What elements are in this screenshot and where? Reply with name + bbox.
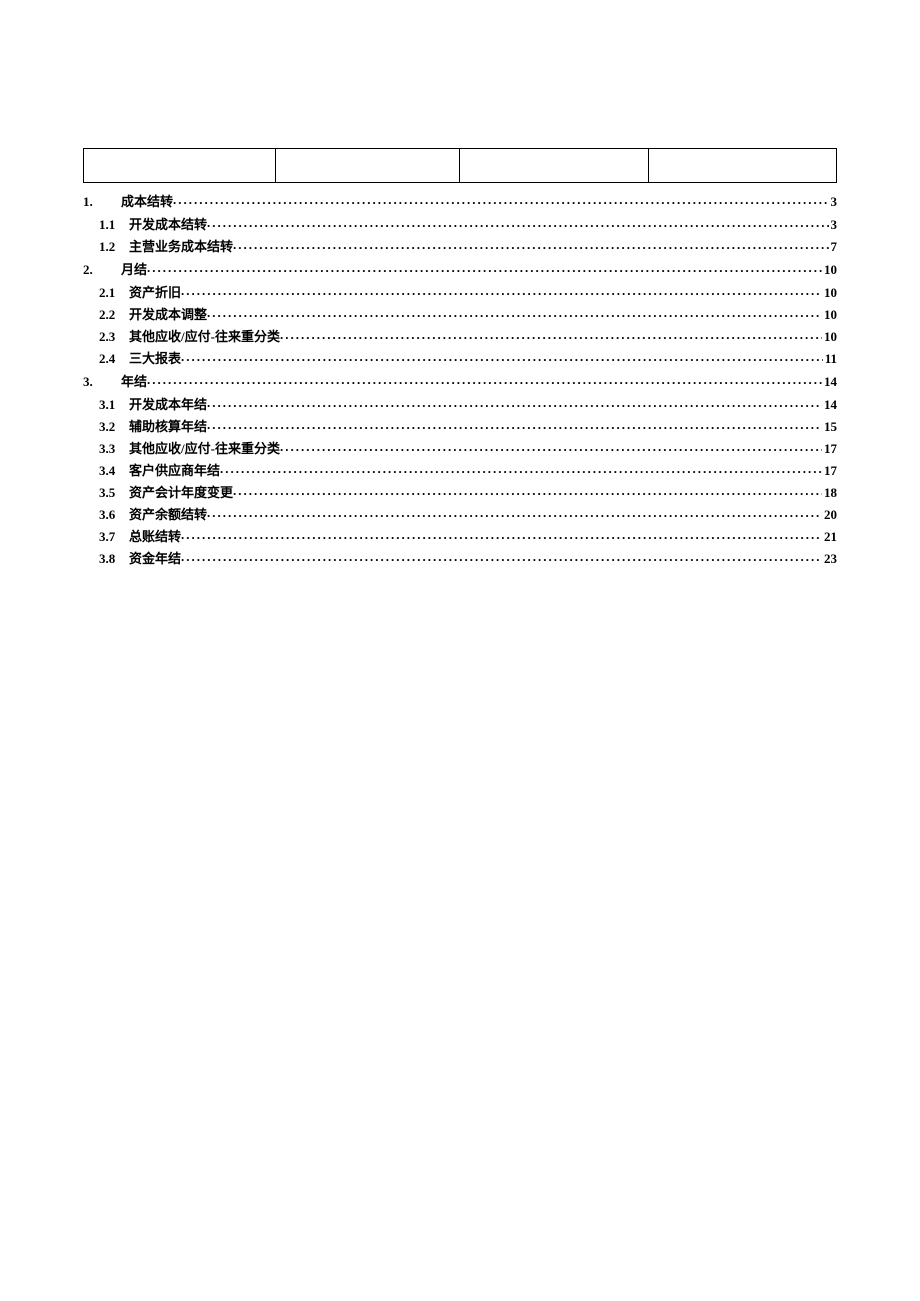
toc-number: 3. — [83, 374, 121, 390]
toc-entry[interactable]: 1.1开发成本结转 3 — [83, 214, 837, 233]
toc-page: 3 — [829, 194, 838, 210]
toc-number: 3.4 — [99, 463, 129, 479]
toc-leader — [181, 549, 822, 565]
toc-title: 开发成本调整 — [129, 304, 207, 323]
toc-page: 10 — [822, 329, 837, 345]
toc-entry[interactable]: 1.2主营业务成本结转 7 — [83, 236, 837, 255]
toc-page: 10 — [822, 285, 837, 301]
toc-entry[interactable]: 2.4三大报表 11 — [83, 348, 837, 367]
toc-page: 3 — [829, 217, 838, 233]
toc-leader — [207, 395, 822, 411]
toc-number: 3.1 — [99, 397, 129, 413]
toc-leader — [233, 483, 822, 499]
toc-page: 18 — [822, 485, 837, 501]
header-cell — [460, 149, 648, 183]
toc-page: 20 — [822, 507, 837, 523]
toc-leader — [207, 215, 828, 231]
toc-leader — [181, 283, 822, 299]
toc-title: 开发成本年结 — [129, 394, 207, 413]
toc-title: 三大报表 — [129, 348, 181, 367]
toc-number: 1.2 — [99, 239, 129, 255]
toc-number: 3.3 — [99, 441, 129, 457]
toc-title: 资金年结 — [129, 548, 181, 567]
toc-entry[interactable]: 3.2辅助核算年结 15 — [83, 416, 837, 435]
toc-title: 资产会计年度变更 — [129, 482, 233, 501]
toc-page: 23 — [822, 551, 837, 567]
toc-title: 辅助核算年结 — [129, 416, 207, 435]
toc-entry[interactable]: 2.1资产折旧 10 — [83, 282, 837, 301]
toc-entry[interactable]: 3.8资金年结 23 — [83, 548, 837, 567]
toc-entry[interactable]: 3.6资产余额结转 20 — [83, 504, 837, 523]
header-cell — [84, 149, 276, 183]
toc-leader — [280, 439, 822, 455]
toc-leader — [207, 417, 822, 433]
toc-title: 资产余额结转 — [129, 504, 207, 523]
toc-leader — [207, 305, 822, 321]
toc-entry[interactable]: 3.年结 14 — [83, 371, 837, 390]
toc-title: 开发成本结转 — [129, 214, 207, 233]
toc-entry[interactable]: 3.1开发成本年结 14 — [83, 394, 837, 413]
toc-entry[interactable]: 3.3其他应收/应付-往来重分类 17 — [83, 438, 837, 457]
toc-title: 主营业务成本结转 — [129, 236, 233, 255]
toc-title: 月结 — [121, 259, 147, 278]
toc-entry[interactable]: 2.2开发成本调整 10 — [83, 304, 837, 323]
toc-leader — [181, 349, 823, 365]
toc-entry[interactable]: 2.3其他应收/应付-往来重分类 10 — [83, 326, 837, 345]
toc-number: 2.2 — [99, 307, 129, 323]
toc-title: 年结 — [121, 371, 147, 390]
toc-number: 3.2 — [99, 419, 129, 435]
toc-leader — [147, 372, 822, 388]
toc-leader — [181, 527, 822, 543]
toc-page: 17 — [822, 441, 837, 457]
toc-page: 11 — [823, 351, 837, 367]
toc-title: 客户供应商年结 — [129, 460, 220, 479]
toc-number: 2.3 — [99, 329, 129, 345]
toc-page: 15 — [822, 419, 837, 435]
toc-leader — [233, 237, 828, 253]
toc-number: 2. — [83, 262, 121, 278]
toc-title: 资产折旧 — [129, 282, 181, 301]
toc-title: 总账结转 — [129, 526, 181, 545]
header-cell — [276, 149, 460, 183]
toc-number: 3.6 — [99, 507, 129, 523]
toc-leader — [207, 505, 822, 521]
toc-number: 1. — [83, 194, 121, 210]
toc-page: 14 — [822, 397, 837, 413]
toc-entry[interactable]: 2.月结 10 — [83, 259, 837, 278]
toc-number: 1.1 — [99, 217, 129, 233]
toc-page: 17 — [822, 463, 837, 479]
toc-entry[interactable]: 3.4客户供应商年结 17 — [83, 460, 837, 479]
toc-page: 7 — [829, 239, 838, 255]
header-cell — [648, 149, 836, 183]
toc-title: 成本结转 — [121, 191, 173, 210]
toc-page: 14 — [822, 374, 837, 390]
toc-leader — [147, 260, 822, 276]
toc-entry[interactable]: 1.成本结转 3 — [83, 191, 837, 210]
table-of-contents: 1.成本结转31.1开发成本结转31.2主营业务成本结转72.月结102.1资产… — [83, 191, 837, 567]
toc-number: 3.8 — [99, 551, 129, 567]
toc-leader — [173, 192, 828, 208]
toc-page: 10 — [822, 262, 837, 278]
toc-entry[interactable]: 3.7总账结转 21 — [83, 526, 837, 545]
toc-leader — [280, 327, 822, 343]
toc-number: 3.5 — [99, 485, 129, 501]
toc-entry[interactable]: 3.5资产会计年度变更 18 — [83, 482, 837, 501]
toc-page: 21 — [822, 529, 837, 545]
toc-number: 2.1 — [99, 285, 129, 301]
toc-number: 3.7 — [99, 529, 129, 545]
header-table — [83, 148, 837, 183]
toc-page: 10 — [822, 307, 837, 323]
toc-title: 其他应收/应付-往来重分类 — [129, 326, 280, 345]
toc-number: 2.4 — [99, 351, 129, 367]
toc-leader — [220, 461, 822, 477]
toc-title: 其他应收/应付-往来重分类 — [129, 438, 280, 457]
